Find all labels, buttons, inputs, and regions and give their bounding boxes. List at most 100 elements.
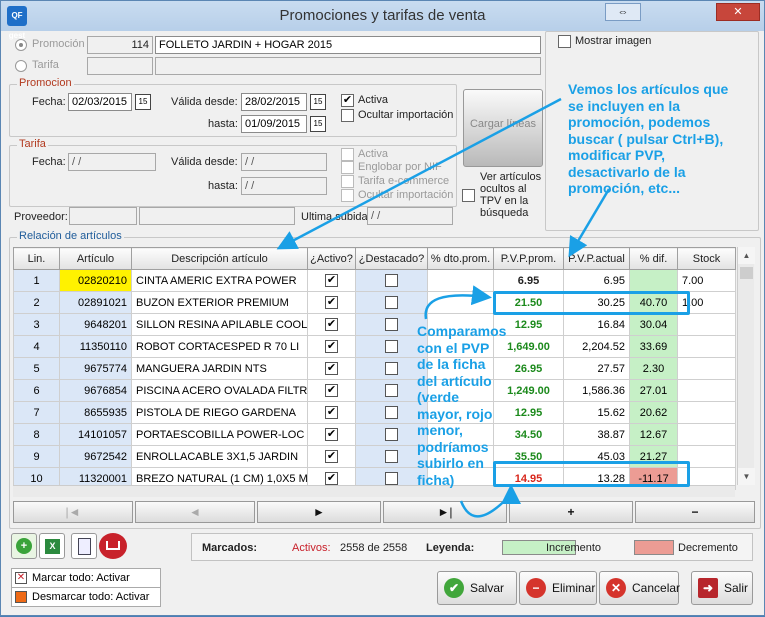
marcar-todo-button[interactable]: ✕ Marcar todo: Activar [11,568,161,588]
cell-articulo[interactable]: 9648201 [59,313,132,336]
cell-stock[interactable] [677,401,736,424]
promo-desde-field[interactable]: 28/02/2015 [241,93,307,111]
cell-stock[interactable] [677,313,736,336]
destacado-checkbox[interactable] [385,472,398,485]
cell-pvp-actual[interactable]: 2,204.52 [563,335,630,358]
destacado-checkbox[interactable] [385,384,398,397]
cell-destacado[interactable] [355,269,428,292]
tarifa-desde-field[interactable]: / / [241,153,327,171]
table-row[interactable]: 4 11350110 ROBOT CORTACESPED R 70 LI ✔ 1,649… [13,335,736,358]
promocion-id-field[interactable]: 114 [87,36,153,54]
cell-descripcion[interactable]: ROBOT CORTACESPED R 70 LI [131,335,308,358]
cell-activo[interactable]: ✔ [307,269,356,292]
col-header-lin[interactable]: Lin. [13,247,60,270]
shopping-cart-icon[interactable] [99,533,127,559]
table-row[interactable]: 1 02820210 CINTA AMERIC EXTRA POWER ✔ 6.95 6.… [13,269,736,292]
tarifa-activa-checkbox[interactable] [341,148,354,161]
destacado-checkbox[interactable] [385,340,398,353]
cell-dif[interactable] [629,269,678,292]
cell-lin[interactable]: 8 [13,423,60,446]
cell-descripcion[interactable]: SILLON RESINA APILABLE COOL [131,313,308,336]
activo-checkbox[interactable]: ✔ [325,472,338,485]
destacado-checkbox[interactable] [385,296,398,309]
ecommerce-checkbox[interactable] [341,175,354,188]
cell-pvp-actual[interactable]: 1,586.36 [563,379,630,402]
cell-descripcion[interactable]: CINTA AMERIC EXTRA POWER [131,269,308,292]
cell-articulo[interactable]: 8655935 [59,401,132,424]
cell-descripcion[interactable]: BUZON EXTERIOR PREMIUM [131,291,308,314]
cell-lin[interactable]: 5 [13,357,60,380]
activo-checkbox[interactable]: ✔ [325,362,338,375]
promocion-name-field[interactable]: FOLLETO JARDIN + HOGAR 2015 [155,36,541,54]
salvar-button[interactable]: ✔ Salvar [437,571,517,605]
tarifa-hasta-field[interactable]: / / [241,177,327,195]
destacado-checkbox[interactable] [385,274,398,287]
scroll-thumb[interactable] [740,267,753,279]
col-header-dif[interactable]: % dif. [629,247,678,270]
cell-articulo[interactable]: 9672542 [59,445,132,468]
cell-descripcion[interactable]: MANGUERA JARDIN NTS [131,357,308,380]
cell-activo[interactable]: ✔ [307,423,356,446]
cell-dif[interactable]: 2.30 [629,357,678,380]
cell-stock[interactable] [677,423,736,446]
nav-prev-button[interactable]: ◄ [135,501,255,523]
nav-last-button[interactable]: ►| [383,501,507,523]
nav-next-button[interactable]: ► [257,501,381,523]
table-row[interactable]: 8 14101057 PORTAESCOBILLA POWER-LOC ✔ 34.50 3… [13,423,736,446]
cell-lin[interactable]: 2 [13,291,60,314]
cell-activo[interactable]: ✔ [307,313,356,336]
eliminar-button[interactable]: − Eliminar [519,571,597,605]
destacado-checkbox[interactable] [385,450,398,463]
activo-checkbox[interactable]: ✔ [325,274,338,287]
cell-stock[interactable] [677,379,736,402]
cell-pvp-prom[interactable]: 6.95 [493,269,564,292]
ultima-subida-field[interactable]: / / [367,207,453,225]
table-row[interactable]: 5 9675774 MANGUERA JARDIN NTS ✔ 26.95 27.57 2.… [13,357,736,380]
restore-button[interactable]: ⇔ [605,3,641,21]
promo-ocultar-checkbox[interactable] [341,109,354,122]
col-header-stock[interactable]: Stock [677,247,736,270]
cell-articulo[interactable]: 14101057 [59,423,132,446]
destacado-checkbox[interactable] [385,362,398,375]
cell-dif[interactable]: 33.69 [629,335,678,358]
cell-descripcion[interactable]: PISTOLA DE RIEGO GARDENA [131,401,308,424]
cell-pvp-actual[interactable]: 38.87 [563,423,630,446]
cell-lin[interactable]: 1 [13,269,60,292]
desmarcar-todo-button[interactable]: Desmarcar todo: Activar [11,587,161,607]
col-header-destacado[interactable]: ¿Destacado? [355,247,428,270]
cell-lin[interactable]: 9 [13,445,60,468]
cell-lin[interactable]: 6 [13,379,60,402]
cell-activo[interactable]: ✔ [307,357,356,380]
excel-export-icon[interactable]: X [39,533,65,559]
englobar-checkbox[interactable] [341,161,354,174]
activo-checkbox[interactable]: ✔ [325,296,338,309]
destacado-checkbox[interactable] [385,428,398,441]
nav-first-button[interactable]: |◄ [13,501,133,523]
col-header-articulo[interactable]: Artículo [59,247,132,270]
tarifa-radio[interactable] [15,60,27,72]
cell-pvp-actual[interactable]: 6.95 [563,269,630,292]
ver-ocultos-checkbox[interactable] [462,189,475,202]
col-header-pvp-prom[interactable]: P.V.P.prom. [493,247,564,270]
table-row[interactable]: 3 9648201 SILLON RESINA APILABLE COOL ✔ 12.9… [13,313,736,336]
activo-checkbox[interactable]: ✔ [325,384,338,397]
promo-fecha-field[interactable]: 02/03/2015 [68,93,132,111]
promocion-radio[interactable] [15,39,27,51]
mostrar-imagen-checkbox[interactable] [558,35,571,48]
remove-row-button[interactable]: − [635,501,755,523]
cell-lin[interactable]: 7 [13,401,60,424]
cell-activo[interactable]: ✔ [307,445,356,468]
import-file-icon[interactable] [71,533,97,559]
cell-stock[interactable] [677,335,736,358]
cell-activo[interactable]: ✔ [307,401,356,424]
cargar-lineas-button[interactable]: Cargar líneas [463,89,543,167]
table-row[interactable]: 6 9676854 PISCINA ACERO OVALADA FILTRO ✔ 1,2… [13,379,736,402]
cell-pvp-actual[interactable]: 16.84 [563,313,630,336]
cell-dif[interactable]: 20.62 [629,401,678,424]
cell-stock[interactable]: 7.00 [677,269,736,292]
cell-activo[interactable]: ✔ [307,335,356,358]
calendar-icon[interactable]: 15 [310,116,326,132]
cell-dto[interactable] [427,269,494,292]
cell-pvp-actual[interactable]: 15.62 [563,401,630,424]
cancelar-button[interactable]: ✕ Cancelar [599,571,680,605]
